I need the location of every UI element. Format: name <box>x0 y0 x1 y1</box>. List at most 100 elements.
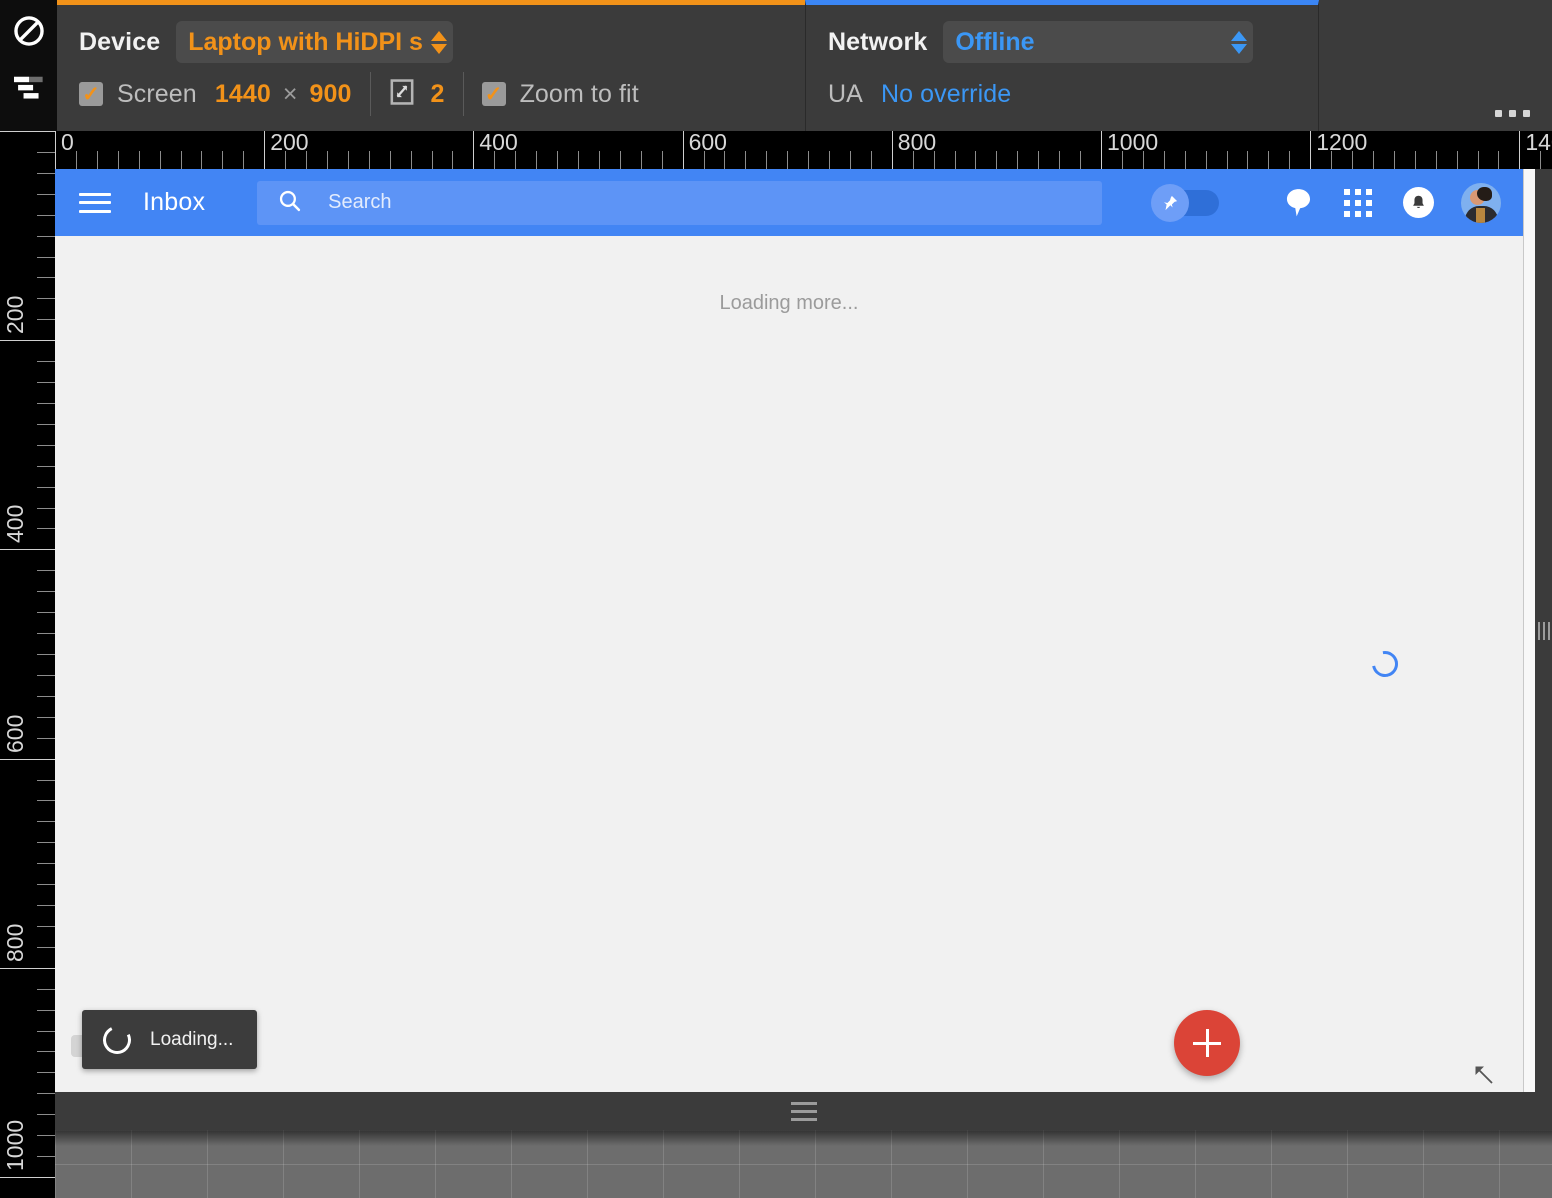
ruler-tick <box>661 151 663 169</box>
divider <box>462 72 464 116</box>
ruler-tick <box>682 131 684 169</box>
device-select[interactable]: Laptop with HiDPI s <box>176 21 453 63</box>
ruler-tick <box>557 151 559 169</box>
ruler-tick <box>37 905 55 907</box>
ruler-tick <box>37 863 55 865</box>
vertical-resize-handle-icon[interactable] <box>1535 169 1552 1092</box>
ruler-tick <box>1477 151 1479 169</box>
overflow-menu-icon[interactable] <box>1495 110 1530 117</box>
ruler-tick <box>37 821 55 823</box>
ruler-tick <box>37 1135 55 1137</box>
ruler-tick <box>368 151 370 169</box>
ruler-label: 1400 <box>1525 131 1552 155</box>
ruler-tick <box>37 444 55 446</box>
ruler-tick <box>745 151 747 169</box>
network-select[interactable]: Offline <box>943 21 1254 63</box>
ruler-tick <box>536 151 538 169</box>
compose-fab-button[interactable] <box>1174 1010 1240 1076</box>
hamburger-menu-icon[interactable] <box>79 190 111 216</box>
chevron-updown-icon[interactable] <box>1231 30 1248 54</box>
network-throttling-icon[interactable] <box>10 70 48 108</box>
ruler-tick <box>1226 151 1228 169</box>
ruler-label: 0 <box>61 131 74 155</box>
horizontal-ruler[interactable]: 0 200 400 600 800 1000 1200 1400 <box>0 131 1552 169</box>
screen-width-input[interactable]: 1440 <box>215 80 271 109</box>
network-label: Network <box>828 27 928 56</box>
screen-row: Screen 1440 × 900 2 <box>79 71 783 117</box>
toolbar-icon-rail <box>0 0 57 131</box>
ruler-tick <box>326 151 328 169</box>
ruler-tick <box>1017 151 1019 169</box>
ruler-tick <box>1080 151 1082 169</box>
ruler-tick <box>1519 131 1521 169</box>
ruler-tick <box>849 151 851 169</box>
ruler-tick <box>75 151 77 169</box>
ruler-tick <box>1205 151 1207 169</box>
loading-spinner-icon <box>1366 645 1404 683</box>
ruler-tick <box>0 1177 55 1178</box>
chevron-updown-icon[interactable] <box>430 30 447 54</box>
ruler-tick <box>37 988 55 990</box>
ruler-tick <box>37 298 55 300</box>
pin-toggle[interactable] <box>1151 183 1219 222</box>
search-icon <box>277 188 302 218</box>
ruler-tick <box>37 737 55 739</box>
loading-more-text: Loading more... <box>719 292 859 314</box>
ruler-tick <box>1142 151 1144 169</box>
ruler-label: 200 <box>270 131 309 155</box>
ruler-tick <box>37 402 55 404</box>
bell-icon[interactable] <box>1401 186 1435 220</box>
ruler-label: 400 <box>479 131 518 155</box>
apps-grid-icon[interactable] <box>1341 186 1375 220</box>
ruler-tick <box>37 256 55 258</box>
ruler-tick <box>37 925 55 927</box>
ruler-tick <box>222 151 224 169</box>
ruler-tick <box>1456 151 1458 169</box>
ruler-tick <box>37 172 55 174</box>
ruler-tick <box>0 758 55 760</box>
dpr-value[interactable]: 2 <box>431 80 445 109</box>
vertical-ruler[interactable]: 02004006008001000 <box>0 131 55 1198</box>
ruler-tick <box>138 151 140 169</box>
ua-value[interactable]: No override <box>881 80 1011 109</box>
ruler-tick <box>37 465 55 467</box>
ruler-tick <box>37 946 55 948</box>
ruler-label: 1000 <box>1107 131 1159 155</box>
network-row: Network Offline <box>828 19 1296 65</box>
no-entry-icon[interactable] <box>10 12 48 50</box>
screen-height-input[interactable]: 900 <box>310 80 352 109</box>
ruler-tick <box>954 151 956 169</box>
ruler-tick <box>578 151 579 169</box>
ruler-tick <box>37 151 55 153</box>
ruler-tick <box>55 131 56 169</box>
ruler-tick <box>37 235 55 237</box>
ruler-tick <box>37 633 55 635</box>
ruler-tick <box>37 654 55 655</box>
ruler-tick <box>201 151 203 169</box>
ruler-tick <box>180 151 182 169</box>
ruler-tick <box>37 695 55 697</box>
ruler-label: 1200 <box>1316 131 1368 155</box>
search-input[interactable]: Search <box>257 180 1103 225</box>
ruler-tick <box>494 151 496 169</box>
chat-bubble-icon[interactable] <box>1281 186 1315 220</box>
toolbar-overflow-area <box>1319 0 1552 131</box>
avatar[interactable] <box>1461 182 1501 223</box>
ruler-label: 600 <box>688 131 727 155</box>
ruler-tick <box>1435 151 1437 169</box>
ruler-tick <box>37 507 55 509</box>
ruler-tick <box>1101 131 1102 169</box>
ruler-tick <box>1163 151 1165 169</box>
ruler-tick <box>829 151 831 169</box>
device-pixel-ratio-icon <box>389 78 415 111</box>
screen-checkbox[interactable] <box>79 82 103 106</box>
ruler-tick <box>1247 151 1249 169</box>
ruler-tick <box>37 1030 55 1032</box>
resize-handle-icon[interactable] <box>1473 1064 1495 1086</box>
horizontal-resize-handle-icon[interactable] <box>55 1092 1552 1130</box>
ruler-label: 1000 <box>2 1119 28 1171</box>
device-panel: Device Laptop with HiDPI s Screen 1440 ×… <box>57 0 805 131</box>
ruler-tick <box>37 1093 55 1095</box>
loading-spinner-icon <box>99 1021 135 1058</box>
zoom-to-fit-checkbox[interactable] <box>481 82 506 106</box>
